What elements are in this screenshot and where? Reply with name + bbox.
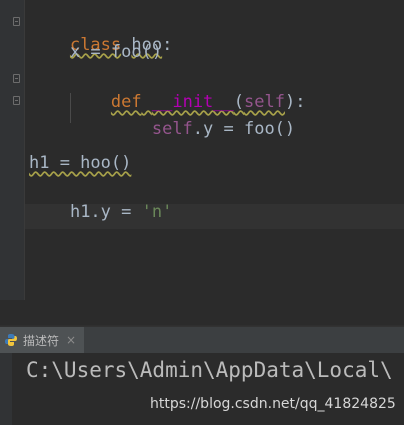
close-icon[interactable]: × xyxy=(66,333,76,347)
code-line-3[interactable]: def __init__(self): xyxy=(29,69,306,112)
run-tab-bar: 描述符 × xyxy=(0,326,404,353)
python-icon xyxy=(4,333,18,347)
run-toolbar xyxy=(0,353,12,425)
run-tab[interactable]: 描述符 × xyxy=(0,327,85,353)
code-line-2[interactable]: x = foo() xyxy=(29,41,162,63)
console-output[interactable]: C:\Users\Admin\AppData\Local\ xyxy=(26,357,393,383)
code-line-4[interactable]: self.y = foo() xyxy=(29,96,295,139)
editor-gutter[interactable] xyxy=(0,0,25,300)
code-line-6[interactable]: h1 = hoo() xyxy=(29,152,131,174)
string-literal: 'n' xyxy=(141,202,173,222)
fold-marker-icon[interactable] xyxy=(13,74,20,83)
run-tool-window[interactable]: 描述符 × C:\Users\Admin\AppData\Local\ http… xyxy=(0,326,404,425)
code-line-7[interactable]: h1.y = 'n' xyxy=(29,179,172,222)
fold-marker-icon[interactable] xyxy=(13,17,20,26)
code-line-1[interactable]: class hoo: xyxy=(29,12,172,55)
fold-end-icon[interactable] xyxy=(13,96,20,105)
code-editor[interactable]: class hoo: x = foo() def __init__(self):… xyxy=(0,0,404,300)
editor-bottom-area xyxy=(0,300,404,326)
self-ref: self xyxy=(151,119,193,139)
watermark: https://blog.csdn.net/qq_41824825 xyxy=(150,396,396,412)
run-tab-label: 描述符 xyxy=(23,333,60,348)
